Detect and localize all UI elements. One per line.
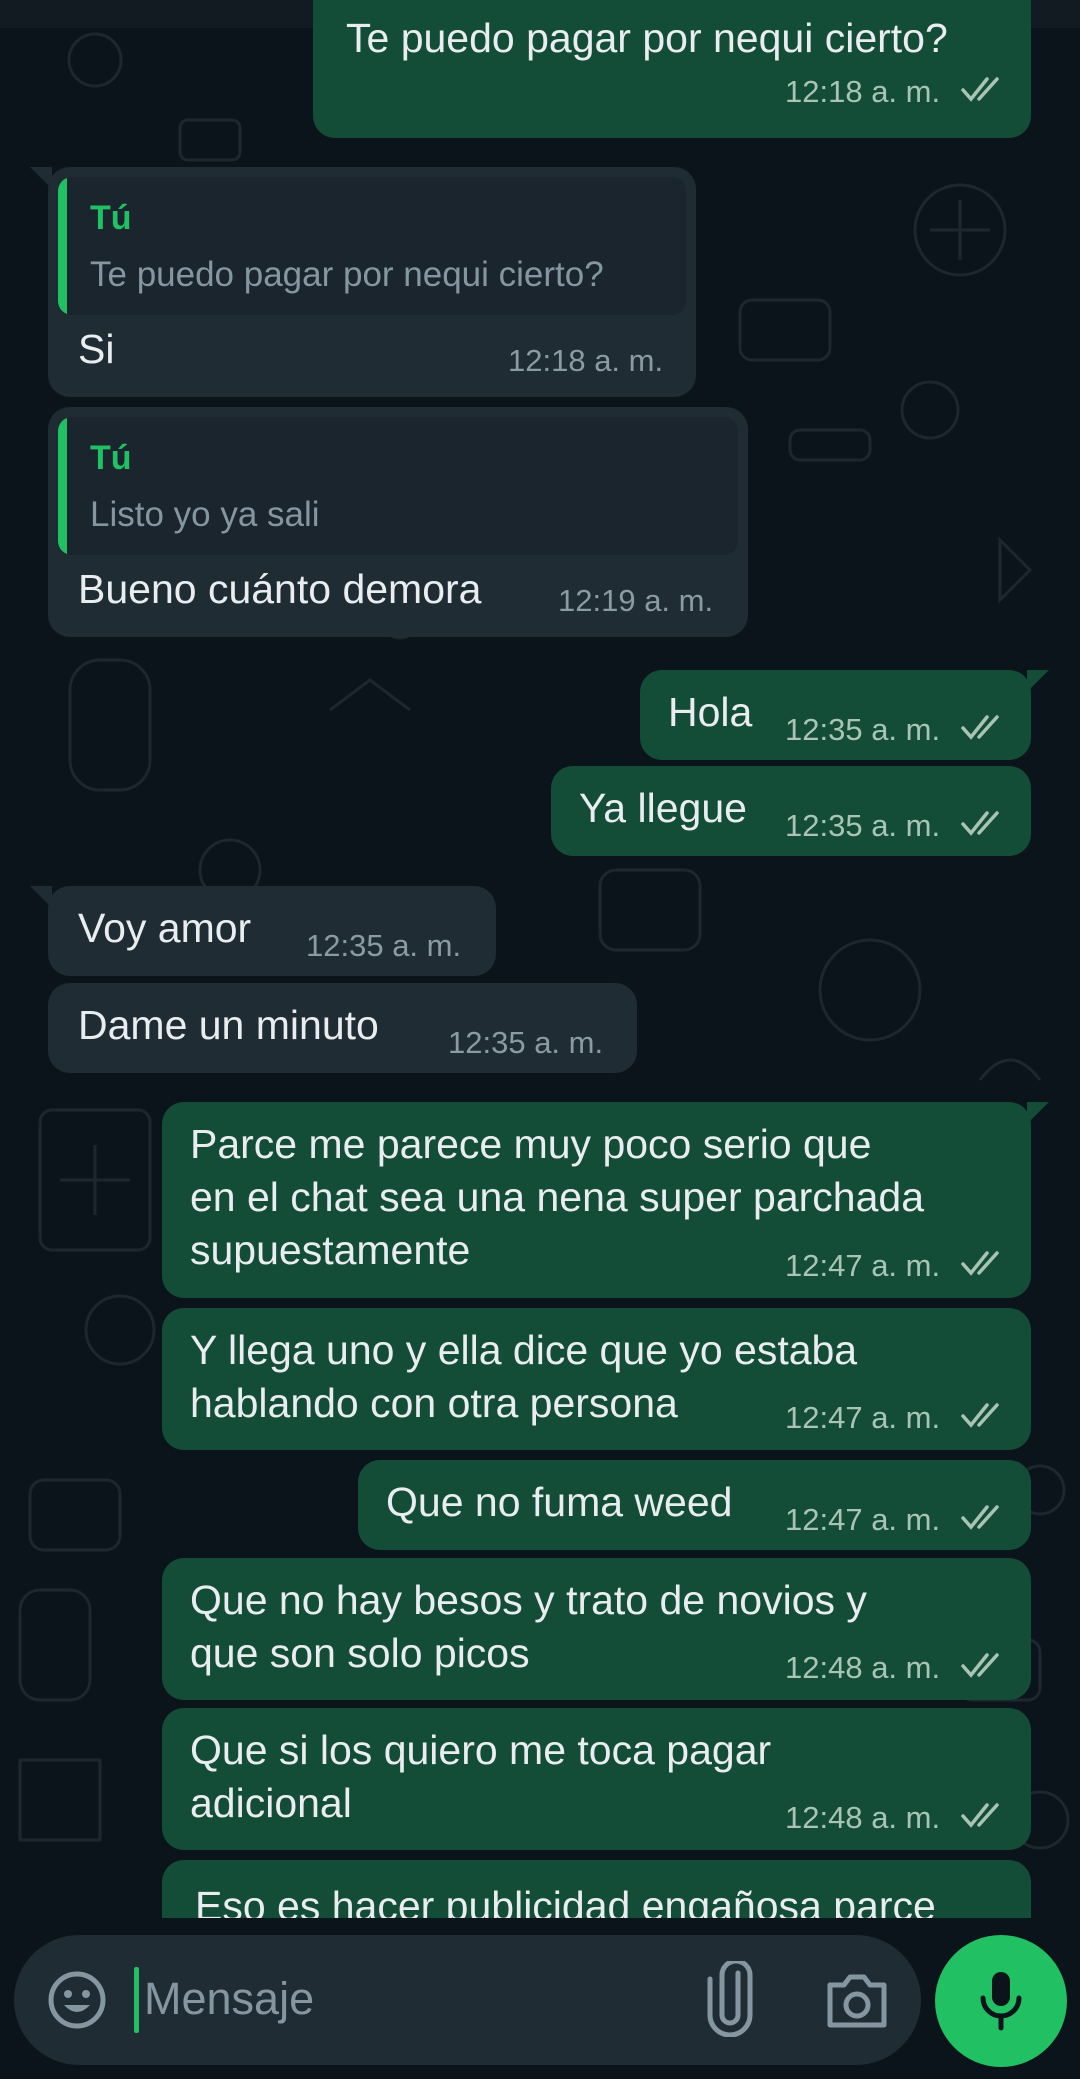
- message-text: Si: [78, 326, 115, 372]
- quote-text: Listo yo ya sali: [90, 495, 320, 534]
- message-incoming[interactable]: Dame un minuto 12:35 a. m.: [48, 983, 637, 1073]
- message-text: Que no fuma weed: [386, 1479, 733, 1525]
- paperclip-icon[interactable]: [700, 1961, 760, 2037]
- read-receipt-icon: [961, 77, 999, 102]
- quote-accent-bar: [58, 177, 67, 315]
- message-time: 12:18 a. m.: [785, 74, 941, 109]
- message-text: Hola: [668, 689, 753, 735]
- message-time: 12:48 a. m.: [785, 1650, 941, 1685]
- message-outgoing[interactable]: Parce me parece muy poco serio que en el…: [162, 1102, 1049, 1298]
- reply-quote[interactable]: Tú Te puedo pagar por nequi cierto?: [58, 177, 686, 315]
- read-receipt-icon: [961, 1653, 999, 1678]
- message-text: Bueno cuánto demora: [78, 566, 482, 612]
- message-text: Que no hay besos y trato de novios y que…: [190, 1577, 867, 1676]
- message-time: 12:35 a. m.: [785, 808, 941, 843]
- message-incoming[interactable]: Tú Te puedo pagar por nequi cierto? Si 1…: [30, 167, 696, 397]
- message-text: Que si los quiero me toca pagar adiciona…: [190, 1727, 772, 1826]
- message-text: Y llega uno y ella dice que yo estaba ha…: [190, 1327, 858, 1426]
- message-text: Ya llegue: [579, 785, 747, 831]
- message-time: 12:47 a. m.: [785, 1502, 941, 1537]
- emoji-icon[interactable]: [44, 1967, 110, 2033]
- message-text: Te puedo pagar por nequi cierto?: [346, 15, 948, 61]
- microphone-icon: [980, 1972, 1022, 2031]
- message-time: 12:18 a. m.: [508, 343, 664, 378]
- message-time: 12:47 a. m.: [785, 1248, 941, 1283]
- message-outgoing[interactable]: Hola 12:35 a. m.: [640, 670, 1049, 760]
- message-composer: [14, 1935, 921, 2065]
- microphone-button[interactable]: [935, 1935, 1067, 2067]
- read-receipt-icon: [961, 811, 999, 836]
- read-receipt-icon: [961, 715, 999, 740]
- message-time: 12:48 a. m.: [785, 1800, 941, 1835]
- message-time: 12:35 a. m.: [448, 1025, 604, 1060]
- quote-author: Tú: [90, 199, 132, 237]
- message-outgoing[interactable]: Y llega uno y ella dice que yo estaba ha…: [162, 1308, 1031, 1450]
- message-time: 12:19 a. m.: [558, 583, 714, 618]
- read-receipt-icon: [961, 1505, 999, 1530]
- message-outgoing[interactable]: Te puedo pagar por nequi cierto? 12:18 a…: [313, 0, 1031, 138]
- read-receipt-icon: [961, 1403, 999, 1428]
- message-outgoing[interactable]: Ya llegue 12:35 a. m.: [551, 766, 1031, 856]
- quote-accent-bar: [58, 417, 67, 555]
- message-outgoing[interactable]: Que no hay besos y trato de novios y que…: [162, 1558, 1031, 1700]
- message-time: 12:47 a. m.: [785, 1400, 941, 1435]
- quote-text: Te puedo pagar por nequi cierto?: [90, 255, 604, 294]
- message-text: Dame un minuto: [78, 1002, 379, 1048]
- message-text: Voy amor: [78, 905, 252, 951]
- message-incoming[interactable]: Voy amor 12:35 a. m.: [30, 886, 496, 976]
- message-time: 12:35 a. m.: [785, 712, 941, 747]
- read-receipt-icon: [961, 1251, 999, 1276]
- reply-quote[interactable]: Tú Listo yo ya sali: [58, 417, 738, 555]
- message-outgoing[interactable]: Que si los quiero me toca pagar adiciona…: [162, 1708, 1031, 1850]
- message-outgoing[interactable]: Que no fuma weed 12:47 a. m.: [358, 1460, 1031, 1550]
- message-incoming[interactable]: Tú Listo yo ya sali Bueno cuánto demora …: [48, 407, 748, 637]
- message-input[interactable]: [144, 1961, 684, 2037]
- camera-icon[interactable]: [822, 1965, 892, 2035]
- quote-author: Tú: [90, 439, 132, 477]
- text-cursor: [134, 1967, 139, 2033]
- message-time: 12:35 a. m.: [306, 928, 462, 963]
- read-receipt-icon: [961, 1803, 999, 1828]
